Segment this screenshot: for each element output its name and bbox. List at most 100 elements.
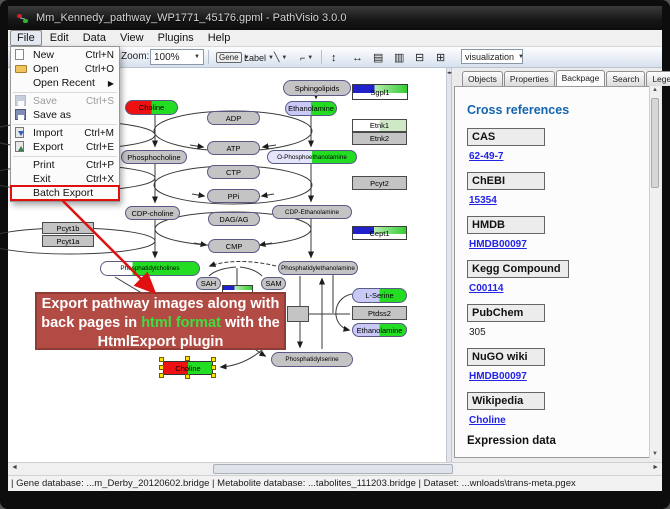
menu-file[interactable]: File: [10, 30, 42, 46]
pathway-node-atp[interactable]: ATP: [207, 141, 260, 155]
file-menu-item-import[interactable]: ImportCtrl+M: [11, 126, 119, 140]
xref-section: HMDBHMDB00097: [467, 215, 659, 250]
xref-value[interactable]: HMDB00097: [469, 239, 659, 250]
xref-section: NuGO wiki HMDB00097: [467, 347, 659, 382]
xref-value: 305: [469, 327, 659, 338]
tab-search[interactable]: Search: [606, 71, 645, 86]
vertical-scrollbar-thumb[interactable]: [651, 98, 659, 188]
pathway-node-sphingolipids[interactable]: Sphingolipids: [283, 80, 351, 96]
xref-section: ChEBI15354: [467, 171, 659, 206]
scroll-left-icon[interactable]: ◄: [11, 464, 18, 471]
scroll-up-icon[interactable]: ▲: [650, 87, 660, 93]
toolbar-separator: [208, 50, 209, 64]
scroll-down-icon[interactable]: ▼: [650, 451, 660, 457]
status-text: | Gene database: ...m_Derby_20120602.bri…: [11, 478, 576, 489]
horizontal-scrollbar-thumb[interactable]: [213, 464, 453, 474]
pathway-node-phosphatidylethanolamine[interactable]: Phosphatidylethanolamine: [278, 261, 358, 275]
chevron-down-icon: ▼: [518, 54, 524, 60]
file-menu-item-save-as[interactable]: Save as: [11, 108, 119, 122]
stack-horizontal-button[interactable]: ⊞: [433, 49, 448, 66]
menu-data[interactable]: Data: [77, 31, 112, 45]
pathway-node-ethanolamine[interactable]: Ethanolamine: [352, 323, 407, 337]
pathway-node-pcyt1a[interactable]: Pcyt1a: [42, 235, 94, 247]
xref-value[interactable]: Choline: [469, 415, 659, 426]
xref-section-title: Kegg Compound: [467, 260, 569, 278]
pathway-node-cdp-ethanolamine[interactable]: CDP-Ethanolamine: [272, 205, 352, 219]
status-bar: | Gene database: ...m_Derby_20120602.bri…: [8, 475, 662, 491]
pathway-node-ppi[interactable]: PPi: [207, 189, 260, 203]
tab-legend[interactable]: Legend: [646, 71, 670, 86]
xref-section-title: CAS: [467, 128, 545, 146]
pathway-node-ethanolamine[interactable]: Ethanolamine: [285, 101, 337, 116]
align-horizontal-center-button[interactable]: ↔: [349, 49, 366, 66]
scroll-right-icon[interactable]: ►: [652, 464, 659, 471]
file-menu-item-open[interactable]: OpenCtrl+O: [11, 62, 119, 76]
new-page-icon: [15, 49, 24, 60]
pathway-node-pcyt2[interactable]: Pcyt2: [352, 176, 407, 190]
pathway-node-cmp[interactable]: CMP: [208, 239, 260, 253]
file-menu-item-open-recent[interactable]: Open Recent▶: [11, 76, 119, 90]
pathway-node-dag-ag[interactable]: DAG/AG: [208, 212, 260, 226]
pathway-node-o-phosphoethanolamine[interactable]: O-Phosphoethanolamine: [267, 150, 357, 164]
menu-item-shortcut: Ctrl+S: [86, 96, 114, 107]
pathway-node-phosphatidylcholines[interactable]: Phosphatidylcholines: [100, 261, 200, 276]
menu-edit[interactable]: Edit: [44, 31, 75, 45]
menu-help[interactable]: Help: [202, 31, 237, 45]
pathway-node-cdp-choline[interactable]: CDP-choline: [125, 206, 180, 220]
pathway-node-phosphatidylserine[interactable]: Phosphatidylserine: [271, 352, 353, 367]
pathway-node-ptdss2[interactable]: Ptdss2: [352, 306, 407, 320]
xref-value[interactable]: 62-49-7: [469, 151, 659, 162]
pathway-node-choline[interactable]: Choline: [125, 100, 178, 115]
pathway-node-adp[interactable]: ADP: [207, 111, 260, 125]
pathway-node-choline[interactable]: Choline: [163, 361, 213, 375]
pathway-node-sgpl1[interactable]: Sgpl1: [352, 84, 408, 100]
visualization-combobox[interactable]: visualization ▼: [461, 49, 523, 64]
label-tool-button-label: Label: [244, 53, 266, 63]
file-menu-item-save[interactable]: SaveCtrl+S: [11, 94, 119, 108]
xref-value[interactable]: C00114: [469, 283, 659, 294]
xref-section-title: NuGO wiki: [467, 348, 545, 366]
file-menu-item-export[interactable]: ExportCtrl+E: [11, 140, 119, 154]
file-menu-item-new[interactable]: NewCtrl+N: [11, 48, 119, 62]
pathway-node-ctp[interactable]: CTP: [207, 165, 260, 179]
export-icon: [15, 141, 24, 152]
menu-view[interactable]: View: [114, 31, 150, 45]
tab-properties[interactable]: Properties: [504, 71, 555, 86]
tab-backpage[interactable]: Backpage: [556, 70, 606, 87]
connector-tool-button[interactable]: ⌐▼: [297, 49, 316, 66]
pathway-node-cept1[interactable]: Cept1: [352, 226, 407, 240]
vertical-scrollbar[interactable]: ▲ ▼: [649, 86, 660, 458]
horizontal-scrollbar[interactable]: ◄ ►: [8, 462, 662, 475]
line-tool-button[interactable]: ╲▼: [271, 49, 290, 66]
xref-value[interactable]: HMDB00097: [469, 371, 659, 382]
pathway-node-etnk1[interactable]: Etnk1: [352, 119, 407, 132]
pathway-node-sah[interactable]: SAH: [196, 277, 221, 290]
pathway-node-etnk2[interactable]: Etnk2: [352, 132, 407, 145]
pathway-node[interactable]: [287, 306, 309, 322]
menu-item-label: Exit: [33, 173, 51, 185]
pathway-node-l-serine[interactable]: L-Serine: [352, 288, 407, 303]
file-menu-item-print[interactable]: PrintCtrl+P: [11, 158, 119, 172]
file-menu-item-exit[interactable]: ExitCtrl+X: [11, 172, 119, 186]
pathway-node-pcyt1b[interactable]: Pcyt1b: [42, 222, 94, 234]
menu-bar: FileEditDataViewPluginsHelp: [8, 30, 662, 47]
tab-objects[interactable]: Objects: [462, 71, 503, 86]
gene-expression-bar: [223, 286, 252, 290]
common-width-button[interactable]: ▥: [391, 49, 407, 66]
pathway-node-sam[interactable]: SAM: [261, 277, 286, 290]
menu-plugins[interactable]: Plugins: [152, 31, 200, 45]
common-height-button[interactable]: ▤: [370, 49, 386, 66]
stack-vertical-button[interactable]: ⊟: [412, 49, 427, 66]
line-tool-button-label: ╲: [274, 52, 279, 63]
splitter-collapse-icon[interactable]: ◂▸: [447, 70, 451, 76]
xref-section: PubChem305: [467, 303, 659, 338]
xref-value[interactable]: 15354: [469, 195, 659, 206]
align-vertical-center-button[interactable]: ↕: [328, 49, 340, 66]
xref-section: Kegg Compound C00114: [467, 259, 659, 294]
file-menu-item-batch-export[interactable]: Batch Export: [11, 186, 119, 200]
pathway-node-phosphocholine[interactable]: Phosphocholine: [121, 150, 187, 164]
menu-item-label: Import: [33, 127, 63, 139]
xref-section: CAS 62-49-7: [467, 127, 659, 162]
save-as-icon: [15, 109, 26, 120]
zoom-combobox[interactable]: 100% ▼: [150, 49, 204, 65]
